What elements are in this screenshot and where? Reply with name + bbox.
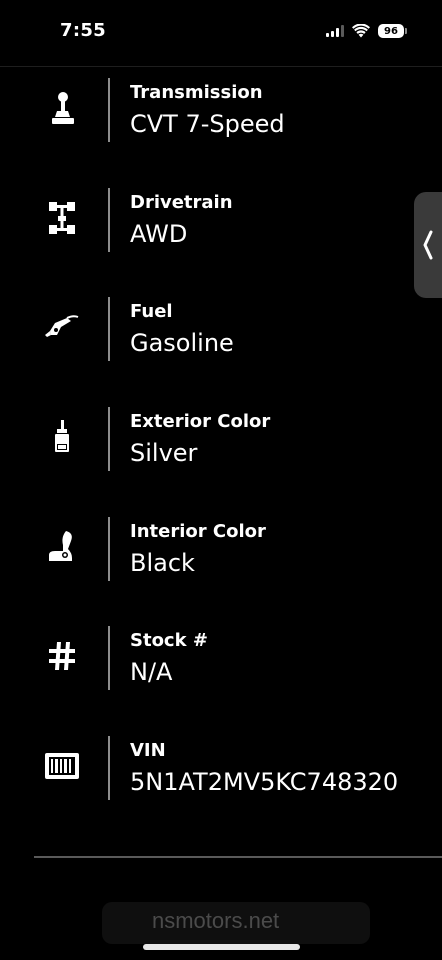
- spec-separator: [108, 78, 110, 142]
- spec-separator: [108, 407, 110, 472]
- wifi-icon: [352, 24, 370, 38]
- barcode-icon: [44, 748, 80, 784]
- spec-row-transmission: Transmission CVT 7-Speed: [0, 70, 442, 180]
- battery-indicator: 96: [378, 24, 407, 38]
- status-bar: 7:55 96: [0, 0, 442, 66]
- spec-separator: [108, 626, 110, 691]
- hash-icon: [44, 638, 80, 674]
- vehicle-specs-list: Transmission CVT 7-Speed Drivetrain AWD: [0, 70, 442, 838]
- header-divider: [0, 66, 442, 67]
- spec-value: 5N1AT2MV5KC748320: [130, 768, 399, 797]
- spec-row-fuel: Fuel Gasoline: [0, 289, 442, 399]
- spec-value: Silver: [130, 439, 198, 468]
- spec-label: VIN: [130, 740, 166, 762]
- spec-separator: [108, 736, 110, 801]
- spec-label: Drivetrain: [130, 191, 233, 213]
- spec-label: Stock #: [130, 630, 208, 652]
- spec-label: Exterior Color: [130, 411, 271, 433]
- home-indicator[interactable]: [143, 944, 300, 950]
- fuel-nozzle-icon: [44, 309, 80, 345]
- side-drawer-tab[interactable]: [414, 192, 442, 298]
- spec-label: Transmission: [130, 82, 263, 103]
- car-seat-icon: [44, 529, 80, 565]
- spec-row-drivetrain: Drivetrain AWD: [0, 180, 442, 290]
- status-icons: 96: [326, 24, 407, 38]
- spec-label: Fuel: [130, 301, 173, 323]
- spec-separator: [108, 516, 110, 581]
- spec-separator: [108, 297, 110, 362]
- spec-row-exterior-color: Exterior Color Silver: [0, 399, 442, 509]
- spec-value: Black: [130, 548, 195, 577]
- chevron-left-icon: [423, 230, 433, 260]
- spec-value: N/A: [130, 658, 173, 687]
- spec-value: AWD: [130, 219, 188, 248]
- cellular-signal-icon: [326, 25, 344, 37]
- paint-brush-icon: [44, 419, 80, 455]
- status-time: 7:55: [60, 20, 106, 41]
- spec-value: Gasoline: [130, 329, 234, 358]
- spec-separator: [108, 187, 110, 252]
- spec-row-vin: VIN 5N1AT2MV5KC748320: [0, 728, 442, 838]
- drivetrain-icon: [44, 200, 80, 236]
- spec-value: CVT 7-Speed: [130, 110, 285, 138]
- spec-row-interior-color: Interior Color Black: [0, 509, 442, 619]
- spec-row-stock-number: Stock # N/A: [0, 618, 442, 728]
- content-divider: [34, 856, 442, 858]
- address-bar-url[interactable]: nsmotors.net: [152, 908, 279, 934]
- gear-shifter-icon: [44, 90, 80, 126]
- spec-label: Interior Color: [130, 520, 266, 542]
